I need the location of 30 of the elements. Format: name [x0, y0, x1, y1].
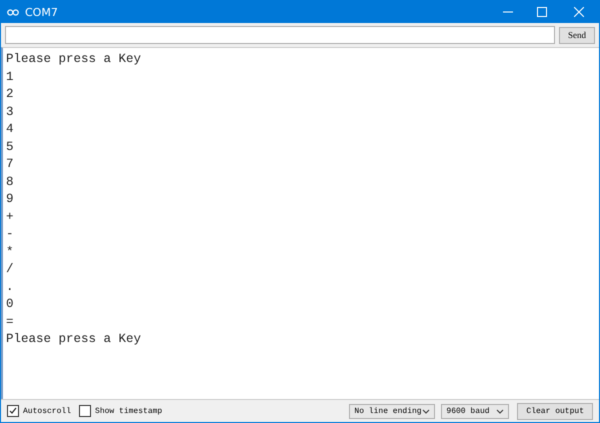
output-line: 9: [6, 191, 15, 208]
output-line: 3: [6, 104, 15, 120]
caret-icon: [496, 408, 504, 414]
output-line: 0: [6, 296, 15, 313]
output-line: *: [6, 244, 15, 260]
output-line: 8: [6, 174, 15, 190]
infinity-logo-icon: [7, 8, 19, 16]
output-line: 2: [6, 86, 15, 103]
output-line: .: [6, 278, 15, 296]
clear-output-button[interactable]: Clear output: [517, 402, 593, 420]
checkbox-label: Autoscroll: [23, 406, 72, 416]
window-title: COM7: [25, 6, 59, 18]
baud-dropdown[interactable]: 9600 baud: [441, 404, 510, 418]
output-line: Please press a Key: [6, 51, 142, 68]
output-line: 4: [6, 121, 15, 138]
input-field[interactable]: [5, 26, 555, 44]
output-line: -: [6, 226, 15, 243]
output-line: /: [6, 261, 15, 278]
checkbox[interactable]: [7, 405, 19, 417]
output-line: 1: [6, 68, 15, 86]
caret-icon: [422, 408, 430, 414]
send-button[interactable]: Send: [559, 26, 595, 44]
output-line: 7: [6, 156, 15, 173]
output-line: +: [6, 208, 15, 226]
output-line: 5: [6, 138, 15, 156]
checkbox-label: Show timestamp: [95, 406, 164, 416]
output-line: Please press a Key: [6, 331, 142, 348]
output-line: =: [6, 314, 15, 330]
checkbox[interactable]: [79, 405, 92, 417]
line-ending-dropdown[interactable]: No line ending: [349, 404, 436, 418]
